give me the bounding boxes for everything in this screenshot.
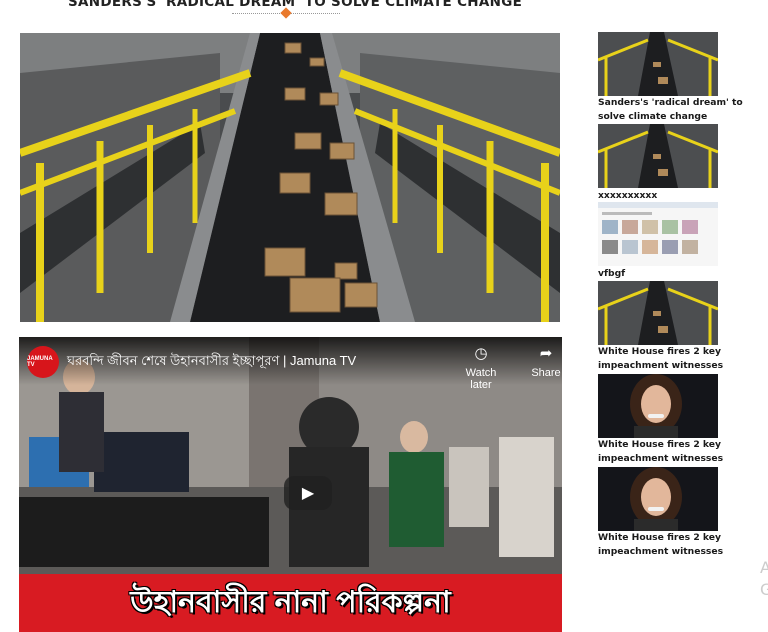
video-caption-bar: উহানবাসীর নানা পরিকল্পনা	[19, 574, 562, 632]
sidebar-thumbnail[interactable]	[598, 281, 718, 345]
sidebar-thumbnail[interactable]	[598, 467, 718, 531]
channel-logo[interactable]: JAMUNA TV	[27, 346, 59, 378]
sidebar-item-label[interactable]: White House fires 2 key impeachment witn…	[598, 531, 768, 559]
watch-later-button[interactable]: ◷ Watch later	[459, 345, 503, 391]
video-title[interactable]: ঘরবন্দি জীবন শেষে উহানবাসীর ইচ্ছাপূরণ | …	[67, 352, 356, 373]
conveyor-photo-illustration	[20, 33, 560, 322]
sidebar-thumbnail[interactable]	[598, 202, 718, 266]
conveyor-thumbnail-image	[598, 124, 718, 188]
play-icon: ▶	[301, 485, 315, 502]
edge-text-line: A	[760, 558, 768, 577]
conveyor-thumbnail-image	[598, 32, 718, 96]
sidebar-item-label[interactable]: xxxxxxxxxx	[598, 189, 768, 203]
portrait-thumbnail-image	[598, 374, 718, 438]
embedded-video-player[interactable]: JAMUNA TV ঘরবন্দি জীবন শেষে উহানবাসীর ইচ…	[19, 337, 562, 632]
edge-text-line: G	[760, 580, 768, 599]
portrait-thumbnail-image	[598, 467, 718, 531]
offscreen-edge-text: A G	[760, 557, 768, 601]
clock-icon: ◷	[474, 345, 488, 362]
main-article-image[interactable]	[20, 33, 560, 322]
watch-later-label: Watch later	[465, 367, 497, 391]
sidebar-thumbnail[interactable]	[598, 124, 718, 188]
play-button[interactable]: ▶	[284, 476, 332, 510]
conveyor-thumbnail-image	[598, 281, 718, 345]
headline[interactable]: SANDERS'S 'RADICAL DREAM' TO SOLVE CLIMA…	[68, 0, 522, 10]
sidebar-thumbnail[interactable]	[598, 32, 718, 96]
sidebar-item-label[interactable]: vfbgf	[598, 267, 768, 281]
sidebar-item-label[interactable]: Sanders's 'radical dream' to solve clima…	[598, 96, 768, 124]
headline-underline-divider	[232, 7, 340, 19]
share-button[interactable]: ➦ Share	[524, 345, 562, 379]
sidebar-item-label[interactable]: White House fires 2 key impeachment witn…	[598, 345, 768, 373]
share-arrow-icon: ➦	[539, 345, 553, 362]
sidebar-thumbnail[interactable]	[598, 374, 718, 438]
sidebar-item-label[interactable]: White House fires 2 key impeachment witn…	[598, 438, 768, 466]
webpage-thumbnail-image	[598, 202, 718, 266]
video-caption-text: উহানবাসীর নানা পরিকল্পনা	[130, 585, 451, 619]
share-label: Share	[531, 367, 561, 379]
